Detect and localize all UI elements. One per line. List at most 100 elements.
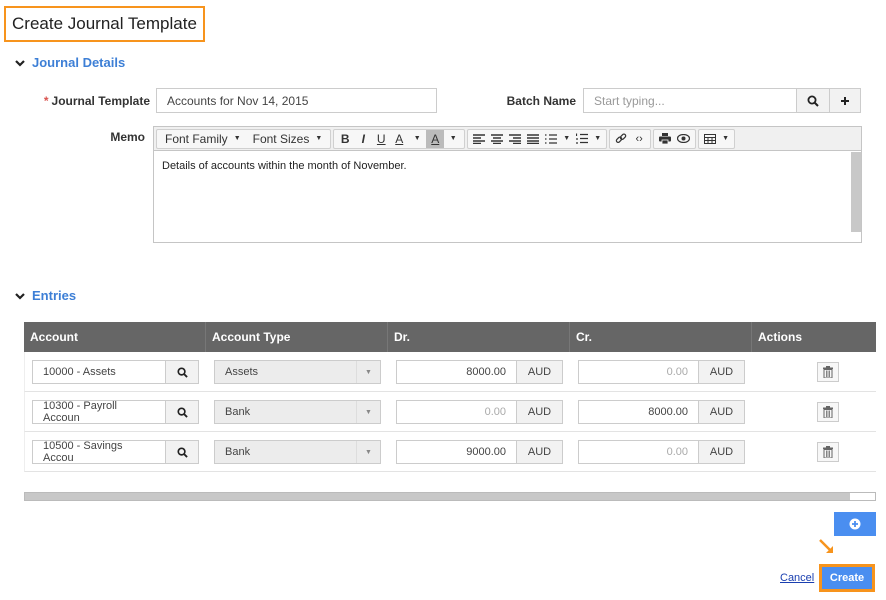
table-row: 10500 - Savings Accou Bank ▼ 9000.00 AUD… xyxy=(24,432,876,472)
delete-row-button[interactable] xyxy=(817,362,839,382)
align-left-icon xyxy=(473,133,486,144)
account-search-button[interactable] xyxy=(165,440,199,464)
print-button[interactable] xyxy=(656,130,674,148)
account-type-select[interactable]: Assets ▼ xyxy=(214,360,381,384)
insert-group: ‹› xyxy=(609,128,652,149)
horizontal-scrollbar[interactable] xyxy=(24,492,876,501)
justify-button[interactable] xyxy=(524,130,542,148)
account-type-value: Assets xyxy=(225,366,259,378)
caret-down-icon: ▼ xyxy=(449,135,457,142)
editor-scrollbar[interactable] xyxy=(851,152,861,232)
caret-down-icon: ▼ xyxy=(356,401,380,423)
font-sizes-dropdown[interactable]: Font Sizes ▼ xyxy=(247,130,329,148)
preview-button[interactable] xyxy=(674,130,693,148)
caret-down-icon: ▼ xyxy=(356,441,380,463)
delete-row-button[interactable] xyxy=(817,402,839,422)
credit-input[interactable]: 8000.00 xyxy=(578,400,699,424)
journal-template-value: Accounts for Nov 14, 2015 xyxy=(167,93,309,108)
table-button[interactable]: ▼ xyxy=(701,130,732,148)
code-view-button[interactable]: ‹› xyxy=(630,130,648,148)
table-row: 10300 - Payroll Accoun Bank ▼ 0.00 AUD 8… xyxy=(24,392,876,432)
font-sizes-label: Font Sizes xyxy=(252,131,310,146)
account-type-value: Bank xyxy=(225,446,251,458)
batch-add-button[interactable] xyxy=(829,88,861,113)
bold-button[interactable]: B xyxy=(336,130,354,148)
debit-input[interactable]: 8000.00 xyxy=(396,360,517,384)
entries-grid: Account Account Type Dr. Cr. Actions 100… xyxy=(24,322,876,472)
align-center-icon xyxy=(491,133,504,144)
journal-template-input[interactable]: Accounts for Nov 14, 2015 xyxy=(156,88,437,113)
section-toggle-entries[interactable]: Entries xyxy=(14,288,76,303)
credit-currency: AUD xyxy=(698,440,745,464)
account-type-select[interactable]: Bank ▼ xyxy=(214,440,381,464)
batch-search-button[interactable] xyxy=(796,88,830,113)
column-header-dr[interactable]: Dr. xyxy=(388,322,570,352)
debit-currency: AUD xyxy=(516,400,563,424)
bullet-list-button[interactable]: ▼ xyxy=(542,130,573,148)
account-input[interactable]: 10000 - Assets xyxy=(32,360,166,384)
credit-input[interactable]: 0.00 xyxy=(578,440,699,464)
debit-value: 8000.00 xyxy=(466,366,506,378)
column-header-cr[interactable]: Cr. xyxy=(570,322,752,352)
delete-row-button[interactable] xyxy=(817,442,839,462)
column-header-account-type[interactable]: Account Type xyxy=(206,322,388,352)
create-button[interactable]: Create xyxy=(819,564,875,592)
align-center-button[interactable] xyxy=(488,130,506,148)
background-color-dropdown[interactable]: ▼ xyxy=(444,130,462,148)
style-group: B I U A ▼ A ▼ xyxy=(333,128,466,149)
section-title: Journal Details xyxy=(32,55,126,70)
grid-body: 10000 - Assets Assets ▼ 8000.00 AUD 0.00… xyxy=(24,352,876,472)
grid-header: Account Account Type Dr. Cr. Actions xyxy=(24,322,876,352)
debit-currency: AUD xyxy=(516,440,563,464)
search-icon xyxy=(176,406,188,418)
credit-input[interactable]: 0.00 xyxy=(578,360,699,384)
batch-name-input[interactable]: Start typing... xyxy=(583,88,797,113)
account-type-value: Bank xyxy=(225,406,251,418)
trash-icon xyxy=(823,406,833,418)
memo-content[interactable]: Details of accounts within the month of … xyxy=(154,152,851,242)
credit-currency: AUD xyxy=(698,400,745,424)
numbered-list-button[interactable]: ▼ xyxy=(573,130,604,148)
account-value: 10500 - Savings Accou xyxy=(43,440,123,464)
column-header-account[interactable]: Account xyxy=(24,322,206,352)
numbered-list-icon xyxy=(576,133,589,144)
cancel-link[interactable]: Cancel xyxy=(780,572,814,584)
scrollbar-thumb[interactable] xyxy=(25,493,850,500)
credit-value: 8000.00 xyxy=(648,406,688,418)
align-right-icon xyxy=(509,133,522,144)
link-icon xyxy=(615,132,627,143)
align-right-button[interactable] xyxy=(506,130,524,148)
account-search-button[interactable] xyxy=(165,360,199,384)
italic-button[interactable]: I xyxy=(354,130,372,148)
journal-template-label: * Journal Template xyxy=(40,94,150,108)
text-color-button[interactable]: A xyxy=(390,130,408,148)
debit-input[interactable]: 9000.00 xyxy=(396,440,517,464)
section-toggle-journal-details[interactable]: Journal Details xyxy=(14,55,125,70)
link-button[interactable] xyxy=(612,130,630,148)
caret-down-icon: ▼ xyxy=(722,135,730,142)
bullet-list-icon xyxy=(545,133,558,144)
debit-input[interactable]: 0.00 xyxy=(396,400,517,424)
account-input[interactable]: 10300 - Payroll Accoun xyxy=(32,400,166,424)
arrow-pointer-icon xyxy=(819,539,833,553)
text-color-dropdown[interactable]: ▼ xyxy=(408,130,426,148)
account-value: 10300 - Payroll Accoun xyxy=(43,400,117,424)
underline-button[interactable]: U xyxy=(372,130,390,148)
add-entry-button[interactable] xyxy=(834,512,876,536)
caret-down-icon: ▼ xyxy=(315,135,323,142)
debit-currency: AUD xyxy=(516,360,563,384)
account-search-button[interactable] xyxy=(165,400,199,424)
account-input[interactable]: 10500 - Savings Accou xyxy=(32,440,166,464)
caret-down-icon: ▼ xyxy=(594,135,602,142)
align-left-button[interactable] xyxy=(470,130,488,148)
code-icon: ‹› xyxy=(635,132,643,145)
trash-icon xyxy=(823,446,833,458)
account-value: 10000 - Assets xyxy=(43,366,116,378)
label-text: Journal Template xyxy=(51,94,150,108)
plus-icon xyxy=(841,96,849,105)
misc-group xyxy=(653,128,697,149)
font-family-dropdown[interactable]: Font Family ▼ xyxy=(159,130,247,148)
account-type-select[interactable]: Bank ▼ xyxy=(214,400,381,424)
batch-name-placeholder: Start typing... xyxy=(594,93,665,108)
background-color-button[interactable]: A xyxy=(426,129,445,148)
